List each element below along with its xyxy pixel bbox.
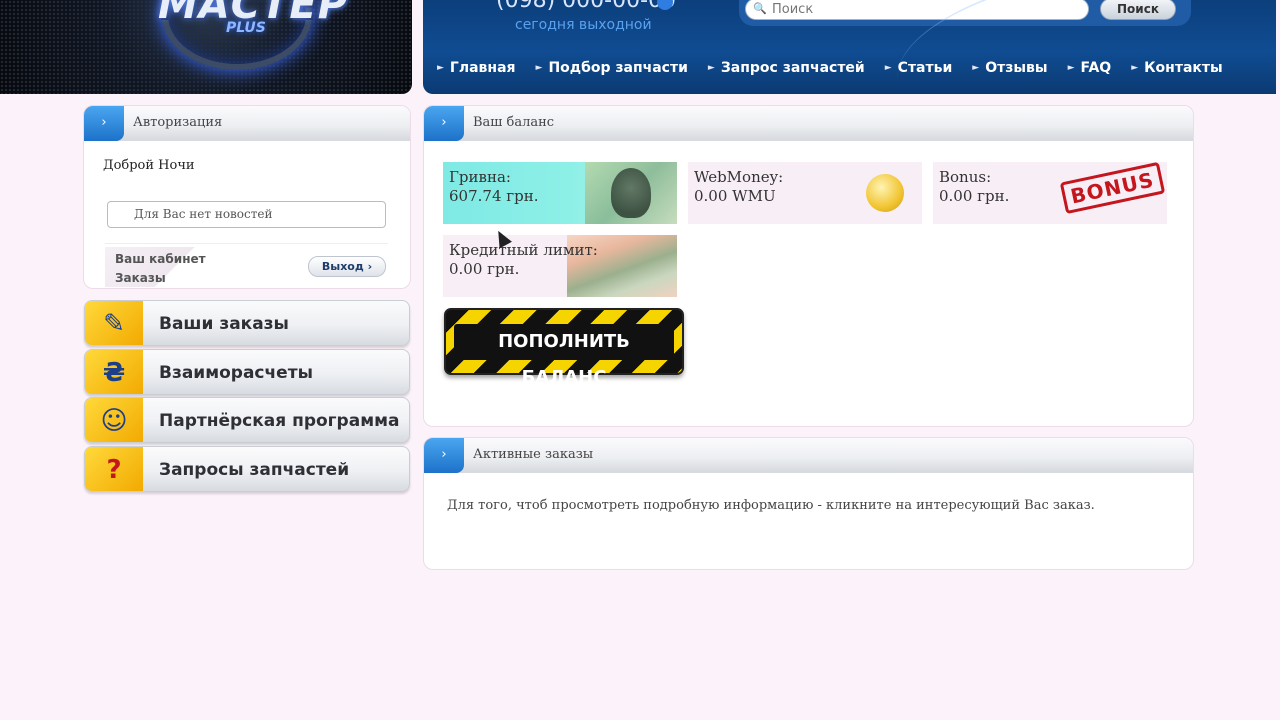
- logo-subtext: PLUS: [226, 20, 266, 36]
- auth-panel-header: › Авторизация: [84, 106, 410, 141]
- nav-label: Контакты: [1144, 60, 1223, 76]
- nav-item-faq[interactable]: ► FAQ: [1068, 60, 1112, 76]
- balance-label: Гривна:: [449, 168, 511, 186]
- phone-number: (098) 000-00-00: [496, 0, 677, 13]
- nav-label: Статьи: [897, 60, 953, 76]
- logout-label: Выход: [321, 260, 364, 273]
- balance-card-credit: Кредитный лимит: 0.00 грн.: [443, 235, 677, 297]
- search-input[interactable]: [745, 0, 1089, 20]
- banknote-portrait: [611, 168, 651, 218]
- bullet-icon: ►: [535, 63, 543, 73]
- orders-hint: Для того, чтоб просмотреть подробную инф…: [447, 498, 1095, 513]
- balance-label: Bonus:: [939, 168, 992, 186]
- balance-value: 607.74 грн.: [449, 187, 539, 205]
- bullet-icon: ►: [1131, 63, 1139, 73]
- active-orders-panel: › Активные заказы Для того, чтоб просмот…: [423, 437, 1194, 570]
- hryvnia-icon: ₴: [85, 350, 143, 394]
- nav-item-reviews[interactable]: ► Отзывы: [972, 60, 1047, 76]
- bullet-icon: ►: [1067, 63, 1075, 73]
- orders-link[interactable]: Заказы: [115, 271, 166, 285]
- greeting-text: Доброй Ночи: [103, 158, 195, 173]
- bonus-stamp-icon: BONUS: [1060, 162, 1166, 215]
- nav-item-contacts[interactable]: ► Контакты: [1131, 60, 1223, 76]
- refill-balance-button[interactable]: ПОПОЛНИТЬ БАЛАНС: [444, 308, 684, 388]
- balance-card-hryvnia: Гривна: 607.74 грн.: [443, 162, 677, 224]
- top-bar: (098) 000-00-00 сегодня выходной 🔍 Поиск…: [423, 0, 1276, 94]
- nav-label: Отзывы: [985, 60, 1048, 76]
- active-orders-header: › Активные заказы: [424, 438, 1193, 473]
- menu-label: Партнёрская программа: [159, 411, 400, 431]
- cabinet-link[interactable]: Ваш кабинет: [115, 252, 206, 266]
- chevron-right-icon: ›: [367, 260, 373, 273]
- logout-button[interactable]: Выход ›: [308, 256, 386, 277]
- balance-label: WebMoney:: [694, 168, 784, 186]
- balance-value: 0.00 грн.: [449, 260, 520, 278]
- auth-panel-title: Авторизация: [133, 115, 223, 130]
- chevron-right-icon: ›: [424, 438, 464, 473]
- bullet-icon: ►: [972, 63, 980, 73]
- menu-label: Ваши заказы: [159, 314, 289, 334]
- search-icon: 🔍: [753, 2, 767, 15]
- work-schedule: сегодня выходной: [515, 17, 652, 33]
- balance-label: Кредитный лимит:: [449, 241, 598, 259]
- refill-balance-label: ПОПОЛНИТЬ БАЛАНС: [454, 324, 674, 388]
- nav-label: Подбор запчасти: [548, 60, 688, 76]
- menu-partner-program[interactable]: ☺ Партнёрская программа: [84, 397, 410, 443]
- handshake-icon: ☺: [85, 398, 143, 442]
- menu-label: Запросы запчастей: [159, 460, 350, 480]
- news-notice: Для Вас нет новостей: [107, 201, 386, 228]
- balance-value: 0.00 WMU: [694, 187, 776, 205]
- balance-panel-header: › Ваш баланс: [424, 106, 1193, 141]
- nav-label: FAQ: [1080, 60, 1112, 76]
- webmoney-icon: [866, 174, 904, 212]
- question-icon: ?: [85, 447, 143, 491]
- auth-panel: › Авторизация Доброй Ночи Для Вас нет но…: [83, 105, 411, 289]
- chevron-right-icon: ›: [84, 106, 124, 141]
- bullet-icon: ►: [437, 63, 444, 73]
- notepad-pen-icon: ✎: [85, 301, 143, 345]
- nav-item-parts-search[interactable]: ► Подбор запчасти: [536, 60, 688, 76]
- divider: [105, 243, 388, 244]
- nav-item-parts-request[interactable]: ► Запрос запчастей: [708, 60, 865, 76]
- search-button[interactable]: Поиск: [1100, 0, 1176, 20]
- bullet-icon: ►: [707, 63, 715, 73]
- chevron-right-icon: ›: [424, 106, 464, 141]
- nav-label: Главная: [449, 60, 516, 76]
- active-orders-title: Активные заказы: [473, 447, 594, 462]
- nav-label: Запрос запчастей: [720, 60, 865, 76]
- balance-value: 0.00 грн.: [939, 187, 1010, 205]
- main-nav: ► Главная ► Подбор запчасти ► Запрос запчас…: [437, 60, 1243, 76]
- nav-item-articles[interactable]: ► Статьи: [885, 60, 953, 76]
- menu-parts-requests[interactable]: ? Запросы запчастей: [84, 446, 410, 492]
- logo[interactable]: МАСТЕР PLUS: [0, 0, 412, 94]
- menu-settlements[interactable]: ₴ Взаиморасчеты: [84, 349, 410, 395]
- balance-card-bonus: BONUS Bonus: 0.00 грн.: [933, 162, 1167, 224]
- menu-your-orders[interactable]: ✎ Ваши заказы: [84, 300, 410, 346]
- menu-label: Взаиморасчеты: [159, 363, 313, 383]
- banknote-icon: [585, 162, 677, 224]
- bullet-icon: ►: [884, 63, 892, 73]
- balance-card-webmoney: WebMoney: 0.00 WMU: [688, 162, 922, 224]
- nav-item-home[interactable]: ► Главная: [437, 60, 516, 76]
- balance-panel-title: Ваш баланс: [473, 115, 555, 130]
